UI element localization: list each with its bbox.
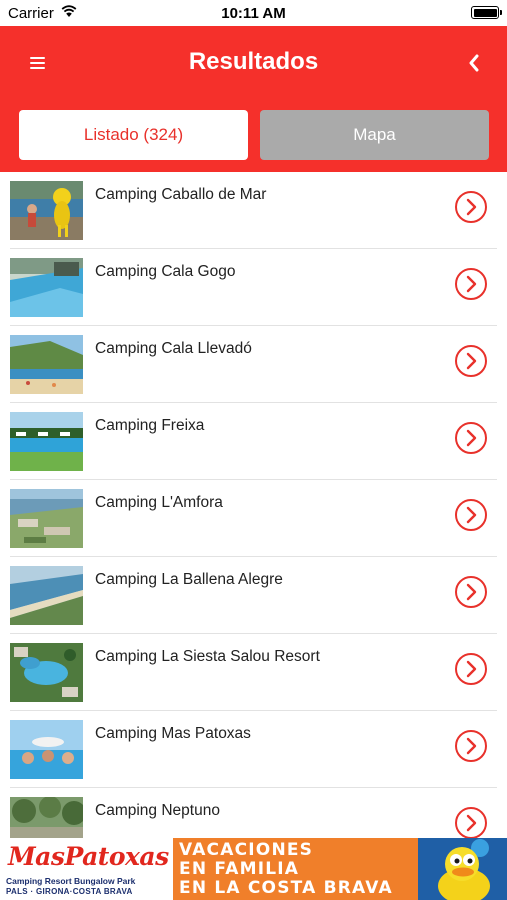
- clock: 10:11 AM: [221, 5, 286, 22]
- tab-listado[interactable]: Listado (324): [19, 110, 248, 160]
- campsite-name: Camping Cala Llevadó: [95, 340, 252, 357]
- duck-mascot-image: [418, 838, 507, 900]
- ad-banner[interactable]: MasPatoxas Camping Resort Bungalow Park …: [0, 838, 507, 900]
- chevron-right-circle-icon[interactable]: [454, 729, 488, 763]
- status-bar: Carrier 10:11 AM: [0, 0, 507, 26]
- ad-brand-location: PALS · GIRONA·COSTA BRAVA: [6, 887, 133, 896]
- campsite-thumbnail: [10, 643, 83, 702]
- campsite-name: Camping La Ballena Alegre: [95, 571, 283, 588]
- ad-logo: MasPatoxas Camping Resort Bungalow Park …: [0, 838, 173, 900]
- list-item[interactable]: Camping Neptuno: [0, 788, 507, 838]
- chevron-right-circle-icon[interactable]: [454, 498, 488, 532]
- chevron-right-circle-icon[interactable]: [454, 575, 488, 609]
- campsite-thumbnail: [10, 258, 83, 317]
- list-item[interactable]: Camping Cala Llevadó: [0, 326, 507, 403]
- ad-brand-subtitle: Camping Resort Bungalow Park: [6, 876, 136, 886]
- campsite-name: Camping Freixa: [95, 417, 205, 434]
- chevron-right-circle-icon[interactable]: [454, 344, 488, 378]
- campsite-name: Camping Mas Patoxas: [95, 725, 251, 742]
- ad-slogan-line: EN LA COSTA BRAVA: [179, 878, 393, 898]
- campsite-name: Camping La Siesta Salou Resort: [95, 648, 320, 665]
- campsite-name: Camping Caballo de Mar: [95, 186, 267, 203]
- results-list[interactable]: Camping Caballo de Mar Camping Cala Gogo…: [0, 172, 507, 838]
- campsite-name: Camping Cala Gogo: [95, 263, 236, 280]
- ad-slogan-line: VACACIONES: [179, 840, 314, 860]
- list-item[interactable]: Camping La Siesta Salou Resort: [0, 634, 507, 711]
- menu-button[interactable]: [0, 26, 74, 100]
- campsite-thumbnail: [10, 566, 83, 625]
- ad-brand-name: MasPatoxas: [8, 842, 169, 871]
- ad-slogan: VACACIONES EN FAMILIA EN LA COSTA BRAVA: [173, 838, 418, 900]
- battery-icon: [471, 6, 502, 19]
- list-item[interactable]: Camping Caballo de Mar: [0, 172, 507, 249]
- list-item[interactable]: Camping L'Amfora: [0, 480, 507, 557]
- campsite-name: Camping Neptuno: [95, 802, 220, 819]
- campsite-thumbnail: [10, 489, 83, 548]
- list-item[interactable]: Camping Mas Patoxas: [0, 711, 507, 788]
- list-item[interactable]: Camping Freixa: [0, 403, 507, 480]
- hamburger-menu-icon: [29, 57, 45, 69]
- page-title: Resultados: [188, 48, 319, 75]
- chevron-right-circle-icon[interactable]: [454, 267, 488, 301]
- list-item[interactable]: Camping Cala Gogo: [0, 249, 507, 326]
- campsite-thumbnail: [10, 720, 83, 779]
- back-button[interactable]: [459, 48, 489, 78]
- chevron-right-circle-icon[interactable]: [454, 806, 488, 838]
- campsite-thumbnail: [10, 412, 83, 471]
- list-item[interactable]: Camping La Ballena Alegre: [0, 557, 507, 634]
- campsite-thumbnail: [10, 797, 83, 838]
- ad-slogan-line: EN FAMILIA: [179, 859, 300, 879]
- chevron-left-icon: [469, 54, 479, 72]
- campsite-thumbnail: [10, 181, 83, 240]
- chevron-right-circle-icon[interactable]: [454, 421, 488, 455]
- campsite-name: Camping L'Amfora: [95, 494, 223, 511]
- chevron-right-circle-icon[interactable]: [454, 190, 488, 224]
- tab-mapa[interactable]: Mapa: [260, 110, 489, 160]
- chevron-right-circle-icon[interactable]: [454, 652, 488, 686]
- campsite-thumbnail: [10, 335, 83, 394]
- app-header: Resultados Listado (324) Mapa: [0, 26, 507, 172]
